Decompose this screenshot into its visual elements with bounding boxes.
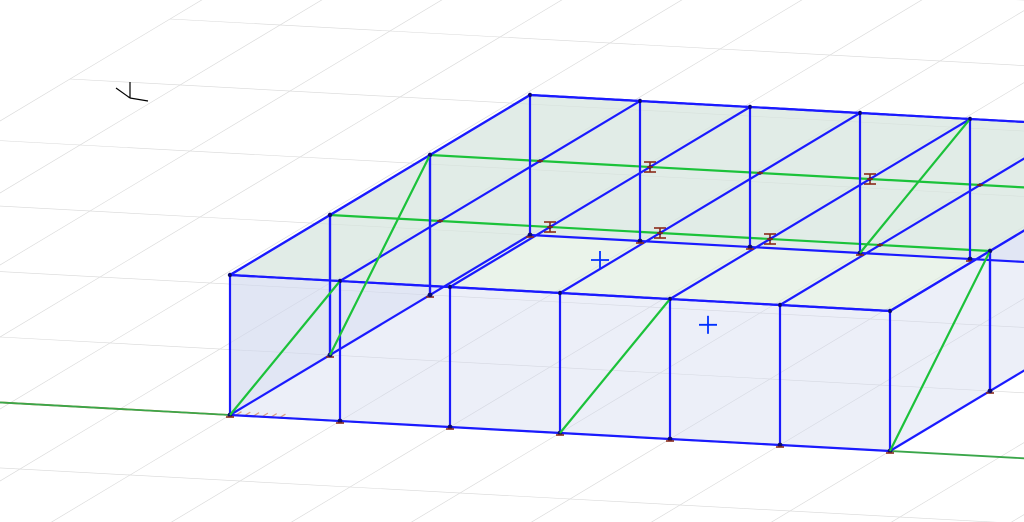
structural-3d-view[interactable] [0, 0, 1024, 522]
ucs-icon [116, 82, 148, 101]
